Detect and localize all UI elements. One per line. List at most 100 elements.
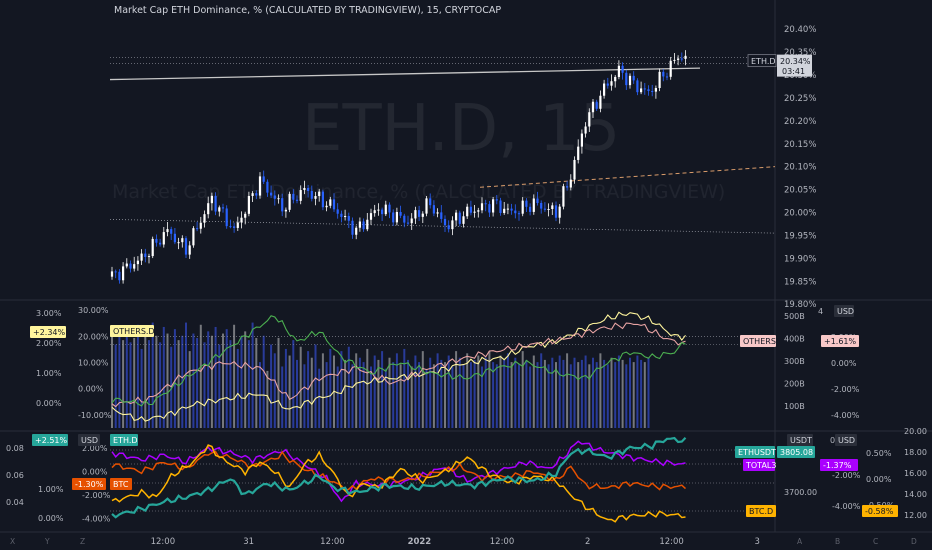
candle: [159, 238, 162, 247]
candle: [188, 241, 191, 259]
comp-btc-d-value-badge: -0.58%: [862, 505, 898, 517]
candle-body: [506, 208, 509, 210]
candle-body: [640, 88, 643, 93]
candle-body: [403, 215, 406, 223]
comp-far-right-tick: 16.00: [904, 469, 927, 478]
candle: [529, 203, 532, 216]
volume-bar: [162, 326, 165, 428]
volume-bar: [588, 364, 591, 428]
others-left-badge: +2.34%: [30, 326, 66, 338]
volume-bar: [647, 357, 650, 428]
volume-bar: [510, 362, 513, 428]
volume-bar: [569, 364, 572, 428]
candle: [421, 211, 424, 224]
candle-body: [606, 83, 609, 86]
others-unit-badge: USD: [834, 305, 854, 317]
comp-mid-tick: -4.00%: [82, 514, 111, 523]
others-d-tick: 20.00%: [78, 332, 109, 341]
bar-countdown: 03:41: [782, 67, 805, 76]
comp-usd-badge-text: USD: [81, 436, 98, 445]
candle: [162, 226, 165, 248]
candle: [651, 84, 654, 97]
volume-bar: [381, 351, 384, 428]
candle: [466, 203, 469, 219]
volume-bar: [207, 331, 210, 428]
volume-bar: [536, 362, 539, 428]
candle: [636, 78, 639, 96]
candle-body: [395, 211, 398, 223]
volume-bar: [222, 333, 224, 428]
candle-body: [251, 193, 254, 196]
volume-bar: [610, 357, 613, 428]
candle-body: [266, 181, 269, 193]
comp-price-tick: 3700.00: [784, 488, 817, 497]
candle-body: [621, 65, 624, 73]
volume-bar: [247, 340, 250, 428]
candle-body: [292, 193, 295, 200]
volume-bar: [573, 357, 576, 428]
price-tick: 20.40%: [784, 25, 816, 35]
volume-tick: 300B: [784, 357, 805, 366]
candle: [381, 207, 384, 222]
candle: [236, 216, 239, 231]
candle: [321, 189, 324, 211]
candle: [110, 266, 114, 280]
volume-bar: [236, 348, 239, 428]
candle-body: [255, 193, 258, 196]
candle-body: [569, 179, 572, 188]
volume-bar: [414, 355, 417, 428]
volume-bar: [347, 346, 350, 428]
candle-body: [595, 101, 598, 109]
candle-body: [236, 222, 239, 228]
candle-body: [118, 271, 121, 281]
time-label: 12:00: [320, 537, 345, 547]
candle-body: [662, 71, 665, 77]
volume-bar: [310, 357, 313, 428]
corner-left-label: Y: [44, 537, 50, 546]
candle-body: [181, 238, 184, 243]
candle: [133, 256, 136, 272]
candle-body: [680, 58, 683, 60]
candle-body: [429, 198, 432, 206]
candle-body: [273, 195, 276, 199]
volume-bar: [484, 357, 487, 428]
candle-body: [207, 203, 210, 215]
comp-left-tick: 0.08: [6, 444, 24, 453]
candle-body: [603, 83, 606, 96]
candle: [288, 191, 291, 213]
candle-body: [362, 221, 365, 230]
others-value-badge: +1.61%: [821, 335, 859, 347]
candle: [151, 236, 154, 259]
candle: [403, 213, 406, 228]
candle-body: [503, 208, 506, 213]
volume-tick: 500B: [784, 312, 805, 321]
candle: [125, 258, 128, 269]
candle-body: [573, 159, 576, 180]
volume-bar: [562, 359, 565, 428]
time-label: 12:00: [151, 537, 176, 547]
candle-body: [477, 210, 480, 212]
comp-left-pct-tick: 0.00%: [38, 514, 64, 523]
candle-body: [517, 213, 521, 215]
candle-body: [162, 232, 165, 245]
volume-bar: [469, 362, 472, 428]
candle: [399, 205, 402, 219]
candle: [632, 71, 635, 84]
volume-bar: [599, 353, 602, 428]
candle: [458, 210, 461, 227]
volume-bar: [314, 344, 317, 428]
candle-body: [114, 271, 117, 273]
candle-body: [658, 71, 661, 89]
volume-bar: [299, 346, 302, 428]
candle: [406, 215, 410, 226]
volume-bar: [551, 357, 554, 428]
volume-bar: [199, 324, 202, 428]
price-tick: 20.20%: [784, 117, 816, 127]
candle: [244, 211, 247, 225]
price-tick: 20.25%: [784, 94, 816, 104]
volume-bar: [373, 355, 376, 428]
volume-bar: [566, 353, 569, 428]
candle-body: [532, 198, 535, 212]
candle-body: [591, 101, 595, 113]
chart-canvas[interactable]: ETH.D, 15 Market Cap ETH Dominance, % (CA…: [0, 0, 932, 550]
